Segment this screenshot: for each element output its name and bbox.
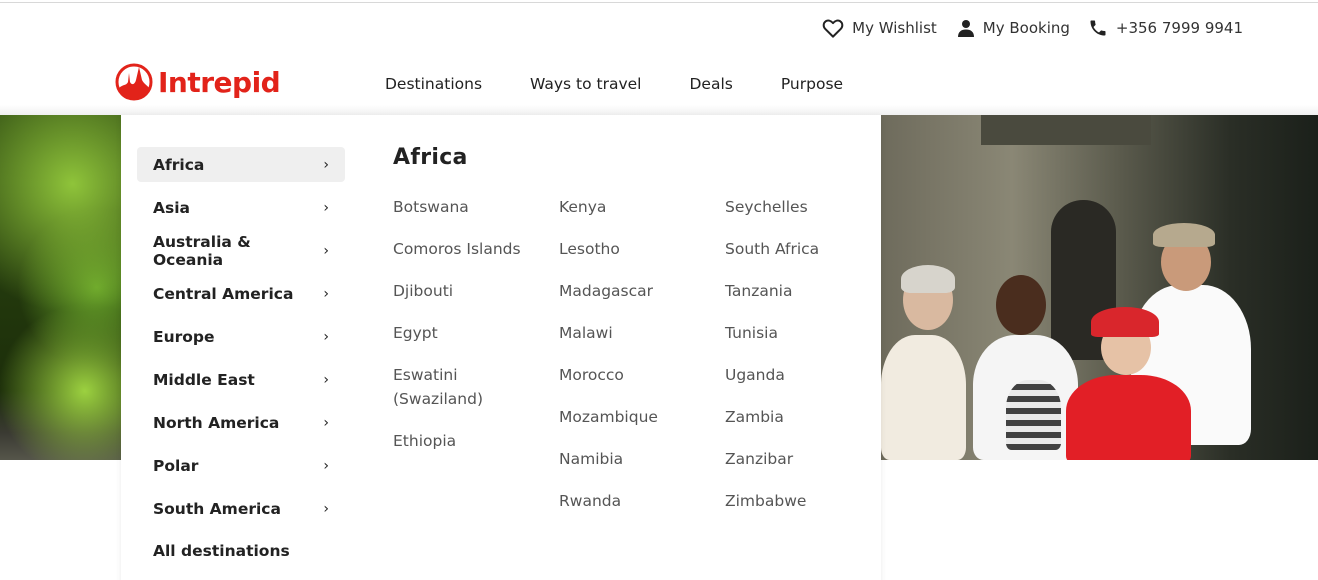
country-column: Botswana Comoros Islands Djibouti Egypt … [393,195,553,471]
country-link[interactable]: Tunisia [725,321,855,345]
country-link[interactable]: Malawi [559,321,689,345]
wishlist-label: My Wishlist [852,19,937,37]
guide-red-cap [1091,307,1159,337]
country-link[interactable]: Zanzibar [725,447,855,471]
brand-name: Intrepid [158,65,281,99]
region-australia-oceania[interactable]: Australia & Oceania › [137,232,345,269]
user-icon [957,20,974,37]
region-label: Asia [153,198,190,217]
region-label: Central America [153,284,294,303]
region-middle-east[interactable]: Middle East › [137,362,345,397]
region-south-america[interactable]: South America › [137,491,345,526]
region-label: North America [153,413,280,432]
hero-image-foliage [0,115,121,460]
phone-link[interactable]: +356 7999 9941 [1088,18,1243,38]
country-link[interactable]: Lesotho [559,237,689,261]
header-shadow [0,105,1318,115]
region-list: Africa › Asia › Australia & Oceania › Ce… [137,147,345,569]
traveller-2-top [1006,380,1061,450]
wishlist-link[interactable]: My Wishlist [822,18,937,38]
country-link[interactable]: Djibouti [393,279,523,303]
country-link[interactable]: Madagascar [559,279,689,303]
country-link[interactable]: South Africa [725,237,855,261]
my-booking-label: My Booking [982,19,1070,37]
chevron-right-icon: › [323,285,329,302]
region-asia[interactable]: Asia › [137,190,345,225]
country-column: Kenya Lesotho Madagascar Malawi Morocco … [559,195,719,531]
region-label: Middle East [153,370,255,389]
chevron-right-icon: › [323,457,329,474]
traveller-2-head [996,275,1046,335]
top-divider [0,2,1318,3]
region-polar[interactable]: Polar › [137,448,345,483]
country-link[interactable]: Uganda [725,363,855,387]
country-link[interactable]: Mozambique [559,405,689,429]
destinations-mega-menu: Africa › Asia › Australia & Oceania › Ce… [121,115,881,580]
selected-region-title: Africa [393,145,468,170]
chevron-right-icon: › [323,328,329,345]
chevron-right-icon: › [323,414,329,431]
country-link[interactable]: Kenya [559,195,689,219]
hero-image-travellers [881,115,1318,460]
guide-red-shirt [1066,375,1191,460]
region-label: South America [153,499,281,518]
intrepid-logo[interactable]: Intrepid [114,62,281,102]
my-booking-link[interactable]: My Booking [957,19,1070,37]
country-link[interactable]: Zimbabwe [725,489,855,513]
region-europe[interactable]: Europe › [137,319,345,354]
phone-number: +356 7999 9941 [1115,19,1243,37]
country-link[interactable]: Zambia [725,405,855,429]
country-link[interactable]: Egypt [393,321,523,345]
temple-lintel [981,115,1151,145]
chevron-right-icon: › [323,199,329,216]
traveller-1-hair [901,265,955,293]
chevron-right-icon: › [323,156,329,173]
region-label: Australia & Oceania [153,232,251,269]
traveller-1 [881,335,966,460]
country-link[interactable]: Botswana [393,195,523,219]
country-link[interactable]: Rwanda [559,489,689,513]
region-label: Polar [153,456,199,475]
region-africa[interactable]: Africa › [137,147,345,182]
phone-icon [1090,20,1106,36]
chevron-right-icon: › [323,242,329,259]
heart-icon [822,19,844,38]
country-link[interactable]: Ethiopia [393,429,523,453]
region-label: Africa [153,155,205,174]
chevron-right-icon: › [323,500,329,517]
country-link[interactable]: Seychelles [725,195,855,219]
country-column: Seychelles South Africa Tanzania Tunisia… [725,195,885,531]
region-north-america[interactable]: North America › [137,405,345,440]
traveller-4-cap [1153,223,1215,247]
all-destinations-link[interactable]: All destinations [137,534,345,569]
country-link[interactable]: Eswatini (Swaziland) [393,363,523,411]
country-link[interactable]: Tanzania [725,279,855,303]
country-link[interactable]: Morocco [559,363,689,387]
utility-bar: My Wishlist My Booking +356 7999 9941 [822,18,1243,38]
country-link[interactable]: Namibia [559,447,689,471]
intrepid-logo-icon [115,63,153,101]
region-label: Europe [153,327,215,346]
chevron-right-icon: › [323,371,329,388]
region-central-america[interactable]: Central America › [137,276,345,311]
country-link[interactable]: Comoros Islands [393,237,523,261]
